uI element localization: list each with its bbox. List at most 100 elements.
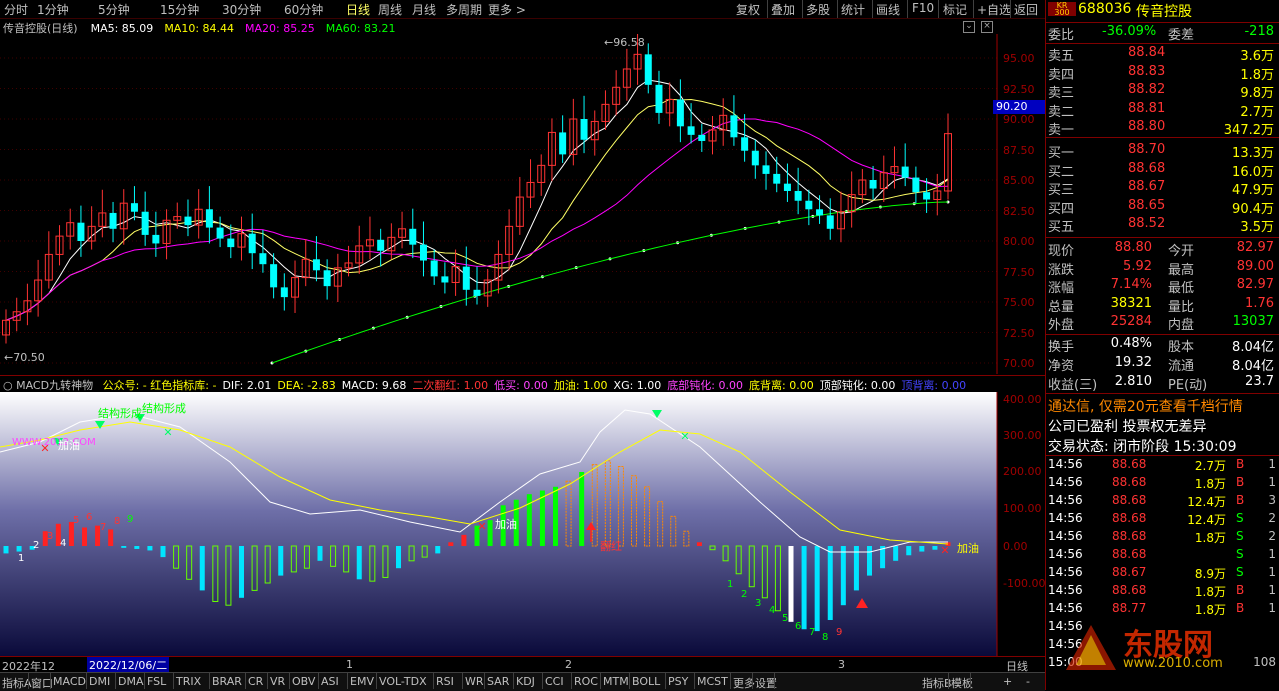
macd-bar [317, 546, 323, 561]
indicator-tab[interactable]: DMI [89, 675, 110, 688]
ask-row[interactable]: 卖二 88.81 2.7万 [1048, 101, 1278, 120]
candle-down [409, 228, 417, 245]
indicator-tab[interactable]: OBV [292, 675, 315, 688]
macd-bar [539, 490, 545, 546]
tab-divider [347, 673, 348, 689]
watermark-logo: 东股网 www.2010.com [1061, 620, 1276, 680]
stat-label: 最高 [1168, 262, 1195, 278]
indicator-tab[interactable]: VOL-TDX [379, 675, 427, 688]
indicator-tab[interactable]: VR [270, 675, 285, 688]
ask-row[interactable]: 卖一 88.80 347.2万 [1048, 119, 1278, 138]
macd-chart[interactable]: ✕✕ ✕✕✕ [0, 392, 1045, 656]
indicator-value: 公众号: - 红色指标库: - [102, 379, 217, 392]
macd-y-tick: -100.00 [1003, 577, 1046, 590]
bid-row[interactable]: 买三 88.67 47.9万 [1048, 179, 1278, 199]
stat-label: 外盘 [1048, 318, 1075, 334]
candlestick-chart[interactable] [0, 34, 1045, 374]
macd-bar [788, 546, 794, 622]
period-60min[interactable]: 60分钟 [284, 1, 323, 18]
y-tick: 90.00 [1003, 113, 1035, 126]
level2-notice[interactable]: 通达信, 仅需20元查看千档行情 [1048, 396, 1243, 416]
stock-name: 传音控股 [1136, 4, 1192, 20]
indicator-tab[interactable]: FSL [147, 675, 166, 688]
period-30min[interactable]: 30分钟 [222, 1, 261, 18]
period-daily[interactable]: 日线 [346, 1, 370, 18]
stat-value: 13037 [1232, 314, 1274, 330]
structure-label: 结构形成 [98, 407, 142, 420]
trade-status: 交易状态: 闭市阶段 15:30:09 [1048, 439, 1237, 455]
candle-down [323, 270, 331, 287]
tick-t: 14:56 [1048, 601, 1083, 615]
indicator-tab[interactable]: PSY [668, 675, 688, 688]
indicator-tab[interactable]: KDJ [516, 675, 535, 688]
indicator-dropdown-icon[interactable]: ○ [3, 379, 13, 392]
collapse-icon[interactable]: ⌄ [963, 21, 975, 33]
period-15min[interactable]: 15分钟 [160, 1, 199, 18]
mark-button[interactable]: 标记 [943, 1, 967, 18]
indicator-tab[interactable]: BRAR [212, 675, 242, 688]
indicator-tab[interactable]: CCI [545, 675, 564, 688]
period-monthly[interactable]: 月线 [412, 1, 436, 18]
divider [1046, 334, 1279, 335]
period-multi[interactable]: 多周期 [446, 1, 482, 18]
level-volume: 47.9万 [1232, 183, 1274, 199]
macd-bar [801, 546, 807, 630]
bid-row[interactable]: 买二 88.68 16.0万 [1048, 161, 1278, 180]
indicator-tab[interactable]: EMV [350, 675, 374, 688]
period-1min[interactable]: 1分钟 [37, 1, 69, 18]
indicator-tab[interactable]: WR [465, 675, 484, 688]
add-favorite-button[interactable]: +自选 [977, 1, 1011, 18]
ask-row[interactable]: 卖三 88.82 9.8万 [1048, 82, 1278, 101]
divider [1046, 22, 1279, 23]
period-5min[interactable]: 5分钟 [98, 1, 130, 18]
indicator-tab[interactable]: MCST [697, 675, 728, 688]
indicator-tab[interactable]: TRIX [176, 675, 201, 688]
x-label: 1 [346, 658, 353, 671]
indicator-tab[interactable]: MTM [603, 675, 629, 688]
f10-button[interactable]: F10 [912, 1, 934, 15]
indicator-tab-bar: 指标A 窗口 MACD DMI DMA FSL TRIX BRAR CR VR OBV ASI EMV V… [0, 672, 1045, 691]
candle-down [923, 192, 931, 200]
back-button[interactable]: 返回 [1014, 1, 1038, 18]
period-minute[interactable]: 分时 [4, 1, 28, 18]
ask-row[interactable]: 卖四 88.83 1.8万 [1048, 64, 1278, 83]
indicator-tab[interactable]: MACD [53, 675, 86, 688]
fuquan-button[interactable]: 复权 [736, 1, 760, 18]
zoom-in-icon[interactable]: + [1003, 675, 1012, 688]
tab-divider [571, 673, 572, 689]
indicator-tab[interactable]: ASI [321, 675, 339, 688]
indicator-tab[interactable]: CR [248, 675, 263, 688]
stat-value: 88.80 [1114, 240, 1152, 255]
stat-label: 净资 [1048, 359, 1075, 374]
close-icon[interactable]: × [981, 21, 993, 33]
stat-label: 内盘 [1168, 318, 1195, 334]
bid-row[interactable]: 买四 88.65 90.4万 [1048, 198, 1278, 217]
bid-row[interactable]: 买五 88.52 3.5万 [1048, 216, 1278, 235]
overlay-button[interactable]: 叠加 [771, 1, 795, 18]
notice-row[interactable]: 通达信, 仅需20元查看千档行情 [1048, 396, 1278, 416]
indicator-name[interactable]: MACD九转神物 [16, 379, 93, 392]
macd-bar [487, 520, 493, 546]
indicator-tab[interactable]: ROC [574, 675, 598, 688]
period-more[interactable]: 更多 > [488, 1, 526, 18]
indicator-tab[interactable]: DMA [118, 675, 144, 688]
tab-divider [376, 673, 377, 689]
zoom-out-icon[interactable]: - [1026, 675, 1030, 688]
period-weekly[interactable]: 周线 [378, 1, 402, 18]
tick-n: 1 [1268, 475, 1276, 489]
indicator-tab[interactable]: BOLL [632, 675, 660, 688]
tab-divider [289, 673, 290, 689]
macd-bar [199, 546, 205, 591]
ask-row[interactable]: 卖五 88.84 3.6万 [1048, 45, 1278, 64]
statistics-button[interactable]: 统计 [841, 1, 865, 18]
macd-bar [867, 546, 872, 576]
level-volume: 2.7万 [1240, 104, 1274, 120]
multi-stock-button[interactable]: 多股 [806, 1, 830, 18]
bid-row[interactable]: 买一 88.70 13.3万 [1048, 142, 1278, 161]
tick-v: 12.4万 [1187, 513, 1226, 527]
indicator-tab[interactable]: RSI [436, 675, 454, 688]
draw-line-button[interactable]: 画线 [876, 1, 900, 18]
stat-value: 5.92 [1123, 258, 1152, 274]
indicator-tab[interactable]: SAR [487, 675, 509, 688]
low-marker: ←70.50 [4, 351, 45, 364]
